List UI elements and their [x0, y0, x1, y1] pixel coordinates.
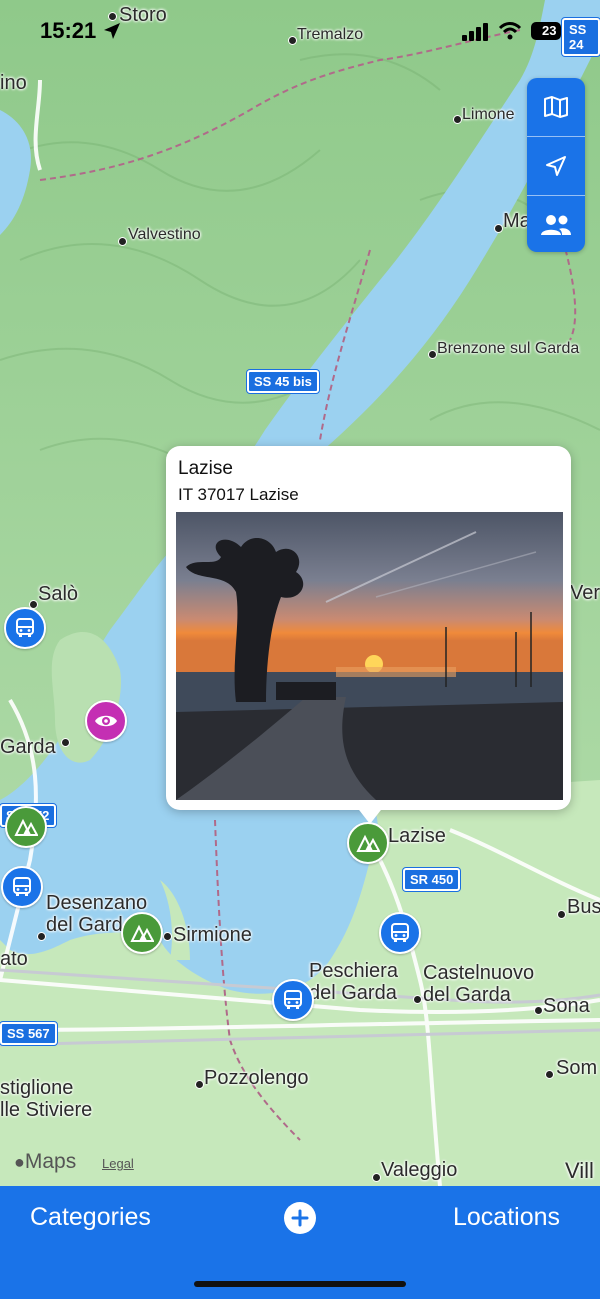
location-services-icon — [104, 23, 121, 39]
status-bar: 15:21 23 — [0, 0, 600, 60]
camping-marker-selected[interactable] — [347, 822, 389, 864]
bus-stop-marker[interactable] — [272, 979, 314, 1021]
bus-icon — [284, 990, 302, 1009]
tent-icon — [14, 818, 38, 836]
battery-icon: 23 — [531, 22, 561, 40]
bus-stop-marker[interactable] — [379, 912, 421, 954]
place-ver: Ver — [570, 582, 600, 604]
place-dot — [413, 995, 422, 1004]
bus-icon — [391, 923, 409, 942]
place-lazise: Lazise — [388, 825, 446, 847]
place-dot — [494, 224, 503, 233]
place-dot — [428, 350, 437, 359]
camping-marker[interactable] — [121, 912, 163, 954]
place-sona: Sona — [543, 995, 590, 1017]
place-valvestino: Valvestino — [128, 226, 201, 243]
camping-marker[interactable] — [5, 806, 47, 848]
callout-pointer — [356, 806, 384, 824]
map-controls — [527, 78, 585, 252]
status-time: 15:21 — [40, 18, 122, 44]
place-som: Som — [556, 1057, 598, 1079]
place-castelnuovo: Castelnuovo del Garda — [423, 962, 535, 1006]
tent-icon — [130, 924, 154, 942]
place-dot — [372, 1173, 381, 1182]
categories-button[interactable]: Categories — [30, 1203, 151, 1232]
locations-button[interactable]: Locations — [453, 1203, 560, 1232]
location-arrow-icon — [546, 156, 566, 176]
place-castiglione: stiglione lle Stiviere — [0, 1077, 93, 1121]
place-pozzolengo: Pozzolengo — [204, 1067, 309, 1089]
place-dot — [61, 738, 70, 747]
place-ato: ato — [0, 948, 28, 970]
place-salo: Salò — [38, 583, 79, 605]
road-shield: SR 450 — [403, 868, 461, 891]
sightseeing-marker[interactable] — [85, 700, 127, 742]
place-garda: Garda — [0, 736, 56, 758]
apple-logo-icon: ● — [14, 1152, 25, 1172]
place-limone: Limone — [462, 106, 515, 123]
place-brenzone: Brenzone sul Garda — [437, 340, 580, 357]
people-icon — [541, 215, 571, 235]
location-photo[interactable] — [176, 512, 563, 800]
location-callout[interactable]: Lazise IT 37017 Lazise — [166, 446, 571, 810]
people-button[interactable] — [527, 196, 585, 254]
place-sirmione: Sirmione — [173, 924, 252, 946]
place-valeggio: Valeggio — [381, 1159, 458, 1181]
sunset-photo — [176, 512, 563, 800]
bus-icon — [13, 877, 31, 896]
place-ino: ino — [0, 72, 27, 94]
road-shield: SS 45 bis — [247, 370, 319, 393]
legal-link[interactable]: Legal — [102, 1156, 134, 1171]
place-dot — [163, 932, 172, 941]
place-vill: Vill — [565, 1158, 594, 1183]
place-dot — [195, 1080, 204, 1089]
place-bus: Bus — [567, 896, 600, 918]
place-dot — [37, 932, 46, 941]
wifi-icon — [498, 22, 522, 40]
add-location-button[interactable] — [284, 1202, 316, 1234]
place-dot — [453, 115, 462, 124]
cellular-signal-icon — [462, 23, 488, 41]
map-mode-button[interactable] — [527, 78, 585, 137]
bus-icon — [16, 618, 34, 637]
place-dot — [534, 1006, 543, 1015]
plus-icon — [291, 1209, 309, 1227]
callout-address: IT 37017 Lazise — [178, 485, 299, 504]
callout-title: Lazise — [178, 458, 233, 479]
place-dot — [118, 237, 127, 246]
map-icon — [544, 96, 568, 118]
locate-button[interactable] — [527, 137, 585, 196]
maps-attribution: ●Maps — [14, 1150, 77, 1173]
tent-icon — [356, 834, 380, 852]
place-dot — [545, 1070, 554, 1079]
place-dot — [557, 910, 566, 919]
bus-stop-marker[interactable] — [4, 607, 46, 649]
eye-icon — [95, 715, 117, 727]
home-indicator — [194, 1281, 406, 1287]
bus-stop-marker[interactable] — [1, 866, 43, 908]
road-shield: SS 567 — [0, 1022, 57, 1045]
place-peschiera: Peschiera del Garda — [309, 960, 398, 1004]
